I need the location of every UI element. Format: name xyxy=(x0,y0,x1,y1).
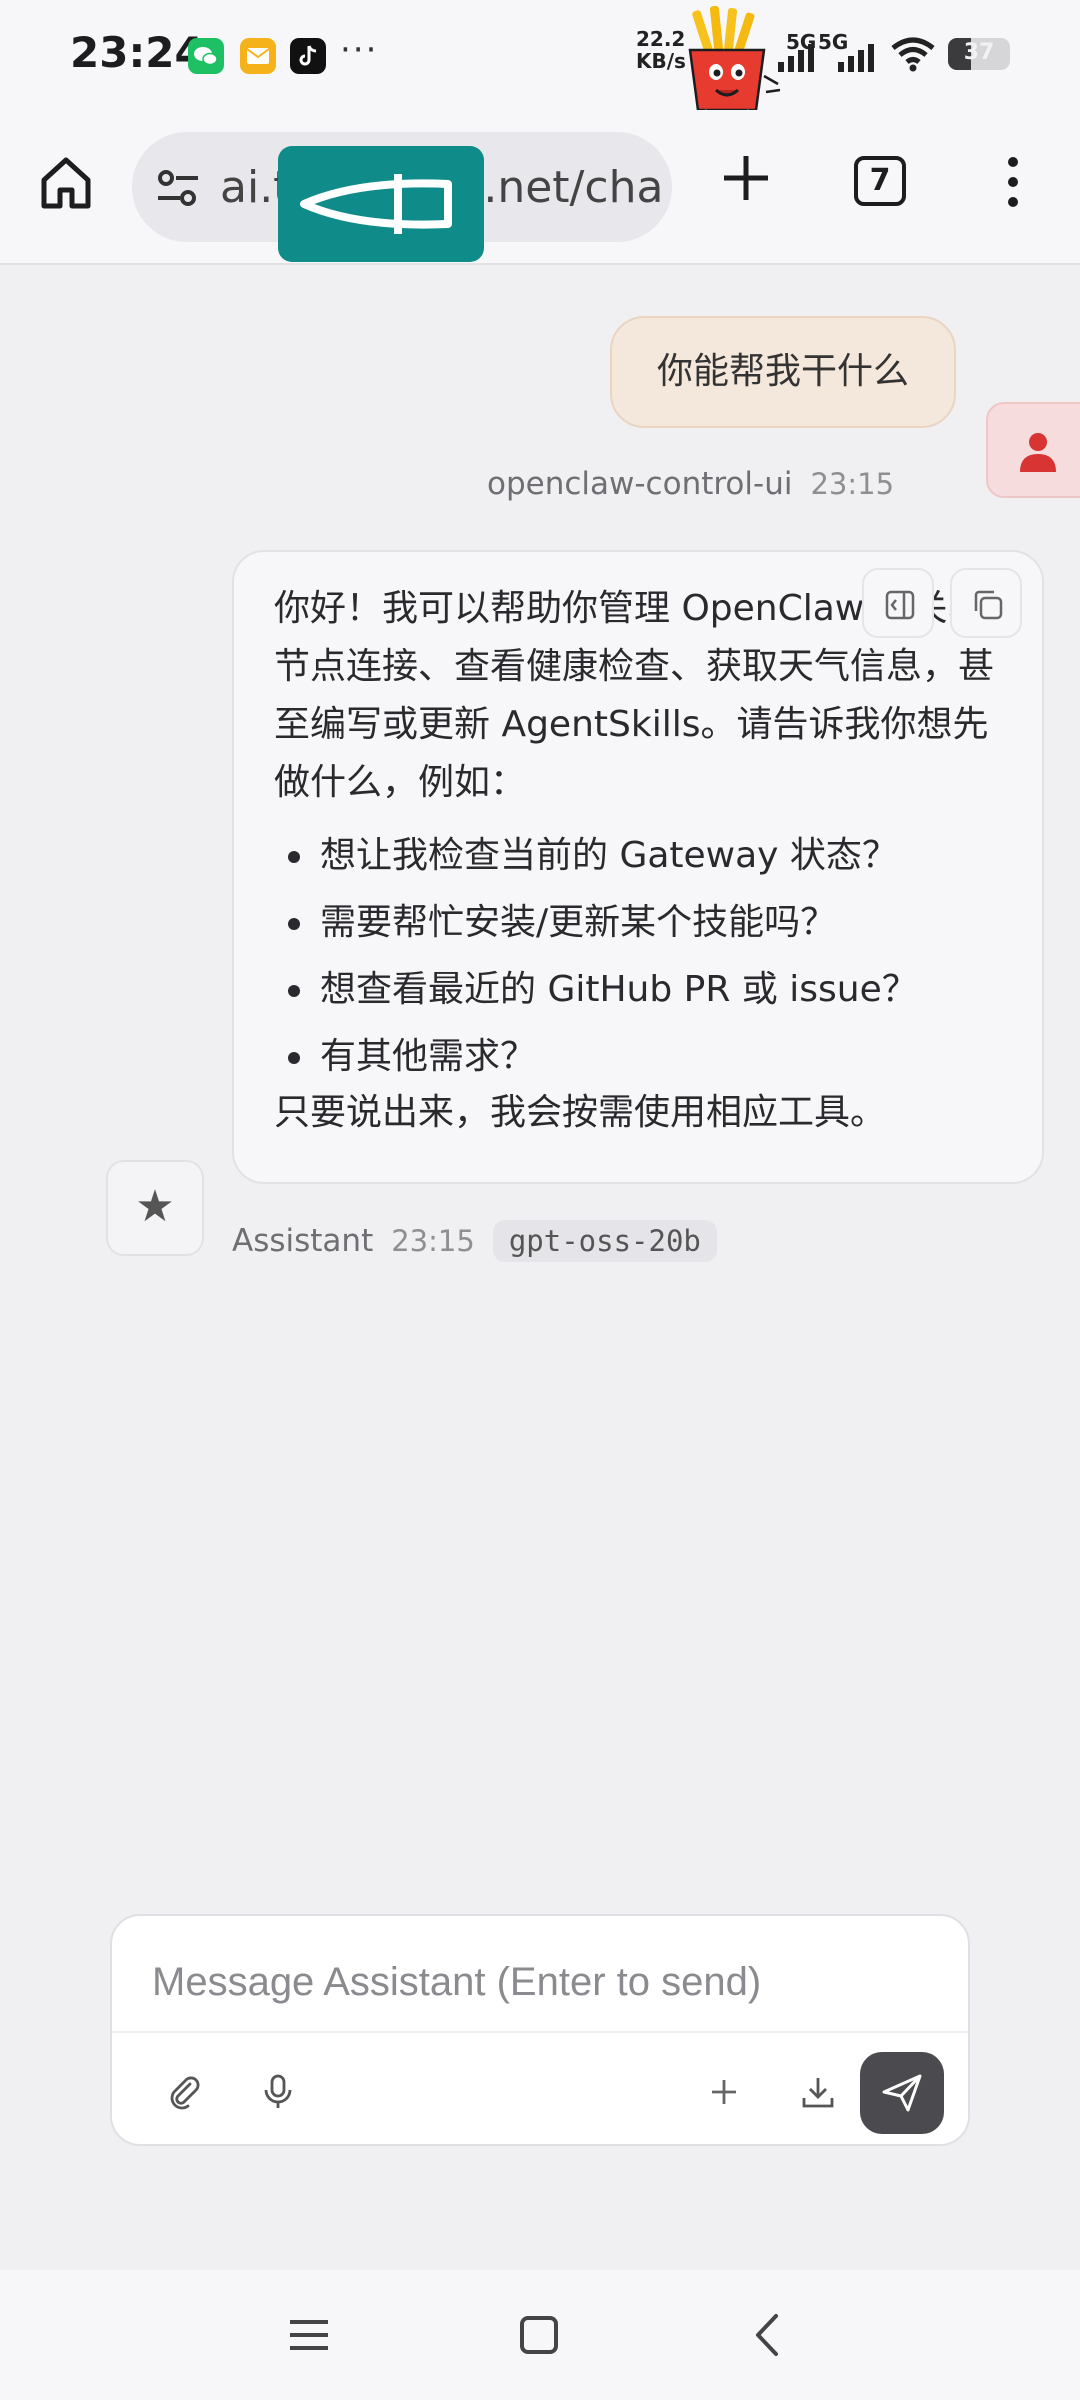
recent-apps-icon[interactable] xyxy=(284,2310,334,2360)
status-time: 23:24 xyxy=(70,28,204,77)
mic-icon[interactable] xyxy=(248,2062,308,2122)
assistant-message-text: 你好！我可以帮助你管理 OpenClaw 网关、节点连接、查看健康检查、获取天气… xyxy=(274,580,1004,1142)
send-button[interactable] xyxy=(860,2052,944,2134)
message-tools xyxy=(862,568,1026,638)
assistant-bullet-list: 想让我检查当前的 Gateway 状态？ 需要帮忙安装/更新某个技能吗？ 想查看… xyxy=(274,822,1004,1090)
assistant-sender-name: Assistant xyxy=(232,1223,374,1259)
tab-switcher-button[interactable]: 7 xyxy=(854,156,906,206)
send-icon xyxy=(882,2074,922,2112)
assistant-message-bubble: 你好！我可以帮助你管理 OpenClaw 网关、节点连接、查看健康检查、获取天气… xyxy=(232,550,1044,1184)
url-end: s.net/cha xyxy=(460,162,664,213)
network-type-1: 5G xyxy=(786,30,817,54)
tune-icon[interactable] xyxy=(156,168,200,208)
more-notifications-icon: ··· xyxy=(340,30,379,70)
tiktok-icon xyxy=(290,38,326,74)
status-bar: 23:24 ··· 22.2 KB/s 5G 5G 37 xyxy=(0,0,1080,129)
wechat-icon xyxy=(188,38,224,74)
browser-toolbar: ai.t s.net/cha 7 xyxy=(0,110,1080,265)
model-badge: gpt-oss-20b xyxy=(492,1220,717,1262)
attach-icon[interactable] xyxy=(154,2062,214,2122)
assistant-outro: 只要说出来，我会按需使用相应工具。 xyxy=(274,1092,887,1133)
download-icon[interactable] xyxy=(788,2062,848,2122)
user-sender-name: openclaw-control-ui xyxy=(487,466,793,502)
list-item: 有其他需求？ xyxy=(274,1023,1004,1090)
plus-icon[interactable] xyxy=(718,150,774,206)
message-input[interactable] xyxy=(152,1952,932,2012)
redaction-overlay xyxy=(278,146,484,262)
user-message-bubble: 你能帮我干什么 xyxy=(610,316,956,428)
add-icon[interactable] xyxy=(694,2062,754,2122)
list-item: 需要帮忙安装/更新某个技能吗？ xyxy=(274,889,1004,956)
more-vert-icon[interactable] xyxy=(998,152,1028,212)
home-icon[interactable] xyxy=(36,152,96,212)
system-nav-bar xyxy=(0,2270,1080,2400)
assistant-message-time: 23:15 xyxy=(391,1224,475,1258)
mail-icon xyxy=(240,38,276,74)
message-composer xyxy=(110,1914,970,2146)
list-item: 想让我检查当前的 Gateway 状态？ xyxy=(274,822,1004,889)
list-item: 想查看最近的 GitHub PR 或 issue？ xyxy=(274,956,1004,1023)
assistant-message-meta: Assistant 23:15 gpt-oss-20b xyxy=(232,1220,717,1262)
battery-icon: 37 xyxy=(948,38,1010,70)
user-message-meta: openclaw-control-ui 23:15 xyxy=(487,466,894,502)
wifi-icon xyxy=(890,36,936,72)
copy-icon[interactable] xyxy=(950,568,1022,638)
composer-divider xyxy=(112,2031,968,2033)
assistant-avatar: ★ xyxy=(106,1160,204,1256)
home-square-icon[interactable] xyxy=(514,2310,564,2360)
user-avatar xyxy=(986,402,1080,498)
back-icon[interactable] xyxy=(744,2310,794,2360)
user-message-time: 23:15 xyxy=(810,467,895,501)
battery-level: 37 xyxy=(963,40,995,65)
signal-2-icon xyxy=(836,44,878,72)
side-panel-icon[interactable] xyxy=(862,568,934,638)
